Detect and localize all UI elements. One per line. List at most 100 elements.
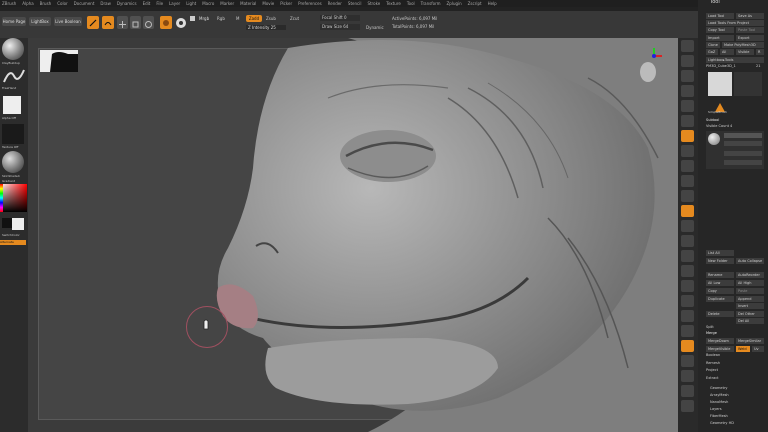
menu-item[interactable]: Color <box>57 1 67 6</box>
visible-button[interactable]: Visible <box>736 49 754 55</box>
all-low-button[interactable]: All Low <box>706 280 734 286</box>
menu-item[interactable]: Alpha <box>22 1 33 6</box>
alternate-button[interactable]: Alternate <box>0 240 26 245</box>
alpha-thumbnail[interactable] <box>3 96 21 114</box>
lightbox-button[interactable]: LightBox <box>29 17 51 26</box>
color-swatch[interactable] <box>175 15 187 29</box>
merge-down-button[interactable]: MergeDown <box>706 338 734 344</box>
main-color-swatch[interactable] <box>12 218 24 230</box>
live-boolean-button[interactable]: Live Boolean <box>54 17 82 26</box>
menu-item[interactable]: Movie <box>262 1 274 6</box>
merge-section[interactable]: Merge <box>706 331 717 336</box>
rename-button[interactable]: Rename <box>706 272 734 278</box>
auto-collapse-button[interactable]: Auto Collapse <box>736 258 764 264</box>
subtool-list[interactable] <box>706 131 764 169</box>
subpalette-header[interactable]: NanoMesh <box>710 400 728 405</box>
boolean-section[interactable]: Boolean <box>706 353 720 358</box>
right-shelf-button[interactable] <box>681 100 694 112</box>
menu-item[interactable]: Dynamics <box>117 1 137 6</box>
project-section[interactable]: Project <box>706 368 718 373</box>
paste-tool-button[interactable]: Paste Tool <box>736 27 764 33</box>
right-shelf-button[interactable] <box>681 55 694 67</box>
menu-item[interactable]: Layer <box>169 1 180 6</box>
right-shelf-button[interactable] <box>681 145 694 157</box>
menu-item[interactable]: Texture <box>386 1 401 6</box>
right-shelf-button[interactable] <box>681 280 694 292</box>
menu-item[interactable]: Material <box>240 1 256 6</box>
append-button[interactable]: Append <box>736 296 764 302</box>
right-shelf-button[interactable] <box>681 190 694 202</box>
duplicate-button[interactable]: Duplicate <box>706 296 734 302</box>
r-button[interactable]: R <box>756 49 764 55</box>
right-shelf-button[interactable] <box>681 160 694 172</box>
new-folder-button[interactable]: New Folder <box>706 258 734 264</box>
del-other-button[interactable]: Del Other <box>736 311 764 317</box>
focal-shift-slider[interactable]: Focal Shift 0 <box>320 15 360 21</box>
menu-item[interactable]: Transform <box>421 1 441 6</box>
menu-item[interactable]: Picker <box>280 1 292 6</box>
scale-button[interactable] <box>130 16 141 29</box>
menu-item[interactable]: Tool <box>407 1 415 6</box>
home-page-button[interactable]: Home Page <box>2 17 26 26</box>
hue-strip[interactable] <box>0 184 3 212</box>
menu-item[interactable]: Stencil <box>348 1 362 6</box>
canvas[interactable] <box>28 38 678 432</box>
right-shelf-button[interactable] <box>681 70 694 82</box>
menu-item[interactable]: Draw <box>100 1 110 6</box>
m-toggle[interactable]: M <box>236 16 239 21</box>
delete-button[interactable]: Delete <box>706 311 734 317</box>
zcut-button[interactable]: Zcut <box>290 16 299 21</box>
export-button[interactable]: Export <box>736 35 764 41</box>
menu-item[interactable]: File <box>156 1 163 6</box>
subpalette-header[interactable]: ArrayMesh <box>710 393 729 398</box>
all-button[interactable]: All <box>720 49 734 55</box>
move-button[interactable] <box>117 16 128 29</box>
axis-gizmo[interactable] <box>628 46 668 86</box>
menu-item[interactable]: Help <box>488 1 497 6</box>
right-shelf-button[interactable] <box>681 220 694 232</box>
menu-item[interactable]: Light <box>186 1 196 6</box>
load-tool-button[interactable]: Load Tool <box>706 13 734 19</box>
zsub-button[interactable]: Zsub <box>266 16 276 21</box>
split-section[interactable]: Split <box>706 325 714 330</box>
goz-button[interactable]: GoZ <box>706 49 718 55</box>
all-high-button[interactable]: All High <box>736 280 764 286</box>
load-tools-from-project-button[interactable]: Load Tools From Project <box>706 20 764 26</box>
right-shelf-button[interactable] <box>681 355 694 367</box>
dynamic-toggle[interactable]: Dynamic <box>366 25 384 30</box>
make-polymesh-button[interactable]: Make PolyMesh3D <box>722 42 764 48</box>
material-thumbnail[interactable] <box>2 151 24 173</box>
menu-item[interactable]: ZBrush <box>2 1 16 6</box>
menu-item[interactable]: Brush <box>40 1 52 6</box>
subtool-thumbnail[interactable] <box>708 133 720 145</box>
menu-item[interactable]: Edit <box>143 1 151 6</box>
right-shelf-button[interactable] <box>681 265 694 277</box>
import-button[interactable]: Import <box>706 35 734 41</box>
lightbox-tools-button[interactable]: Lightbox▸Tools <box>706 57 764 63</box>
clone-button[interactable]: Clone <box>706 42 720 48</box>
right-shelf-button[interactable] <box>681 310 694 322</box>
paste-button[interactable]: Paste <box>736 288 764 294</box>
right-shelf-button[interactable] <box>681 370 694 382</box>
right-shelf-button[interactable] <box>681 385 694 397</box>
stroke-thumbnail[interactable] <box>2 66 26 86</box>
menu-item[interactable]: Document <box>74 1 95 6</box>
right-shelf-button[interactable] <box>681 205 694 217</box>
remesh-section[interactable]: Remesh <box>706 361 720 366</box>
menu-item[interactable]: Marker <box>220 1 234 6</box>
right-shelf-button[interactable] <box>681 85 694 97</box>
right-shelf-button[interactable] <box>681 295 694 307</box>
menu-item[interactable]: Stroke <box>367 1 380 6</box>
edit-mode-button[interactable] <box>87 16 99 29</box>
texture-thumbnail[interactable] <box>2 124 24 144</box>
zadd-button[interactable]: Zadd <box>246 15 262 22</box>
insert-button[interactable]: Insert <box>736 303 764 309</box>
simple-brush-thumbnail[interactable] <box>712 98 728 112</box>
tool-thumbnail[interactable] <box>708 72 732 96</box>
right-shelf-button[interactable] <box>681 250 694 262</box>
extract-section[interactable]: Extract <box>706 376 719 381</box>
menu-item[interactable]: Macro <box>202 1 214 6</box>
right-shelf-button[interactable] <box>681 325 694 337</box>
save-as-button[interactable]: Save As <box>736 13 764 19</box>
subpalette-header[interactable]: Geometry HD <box>710 421 734 426</box>
